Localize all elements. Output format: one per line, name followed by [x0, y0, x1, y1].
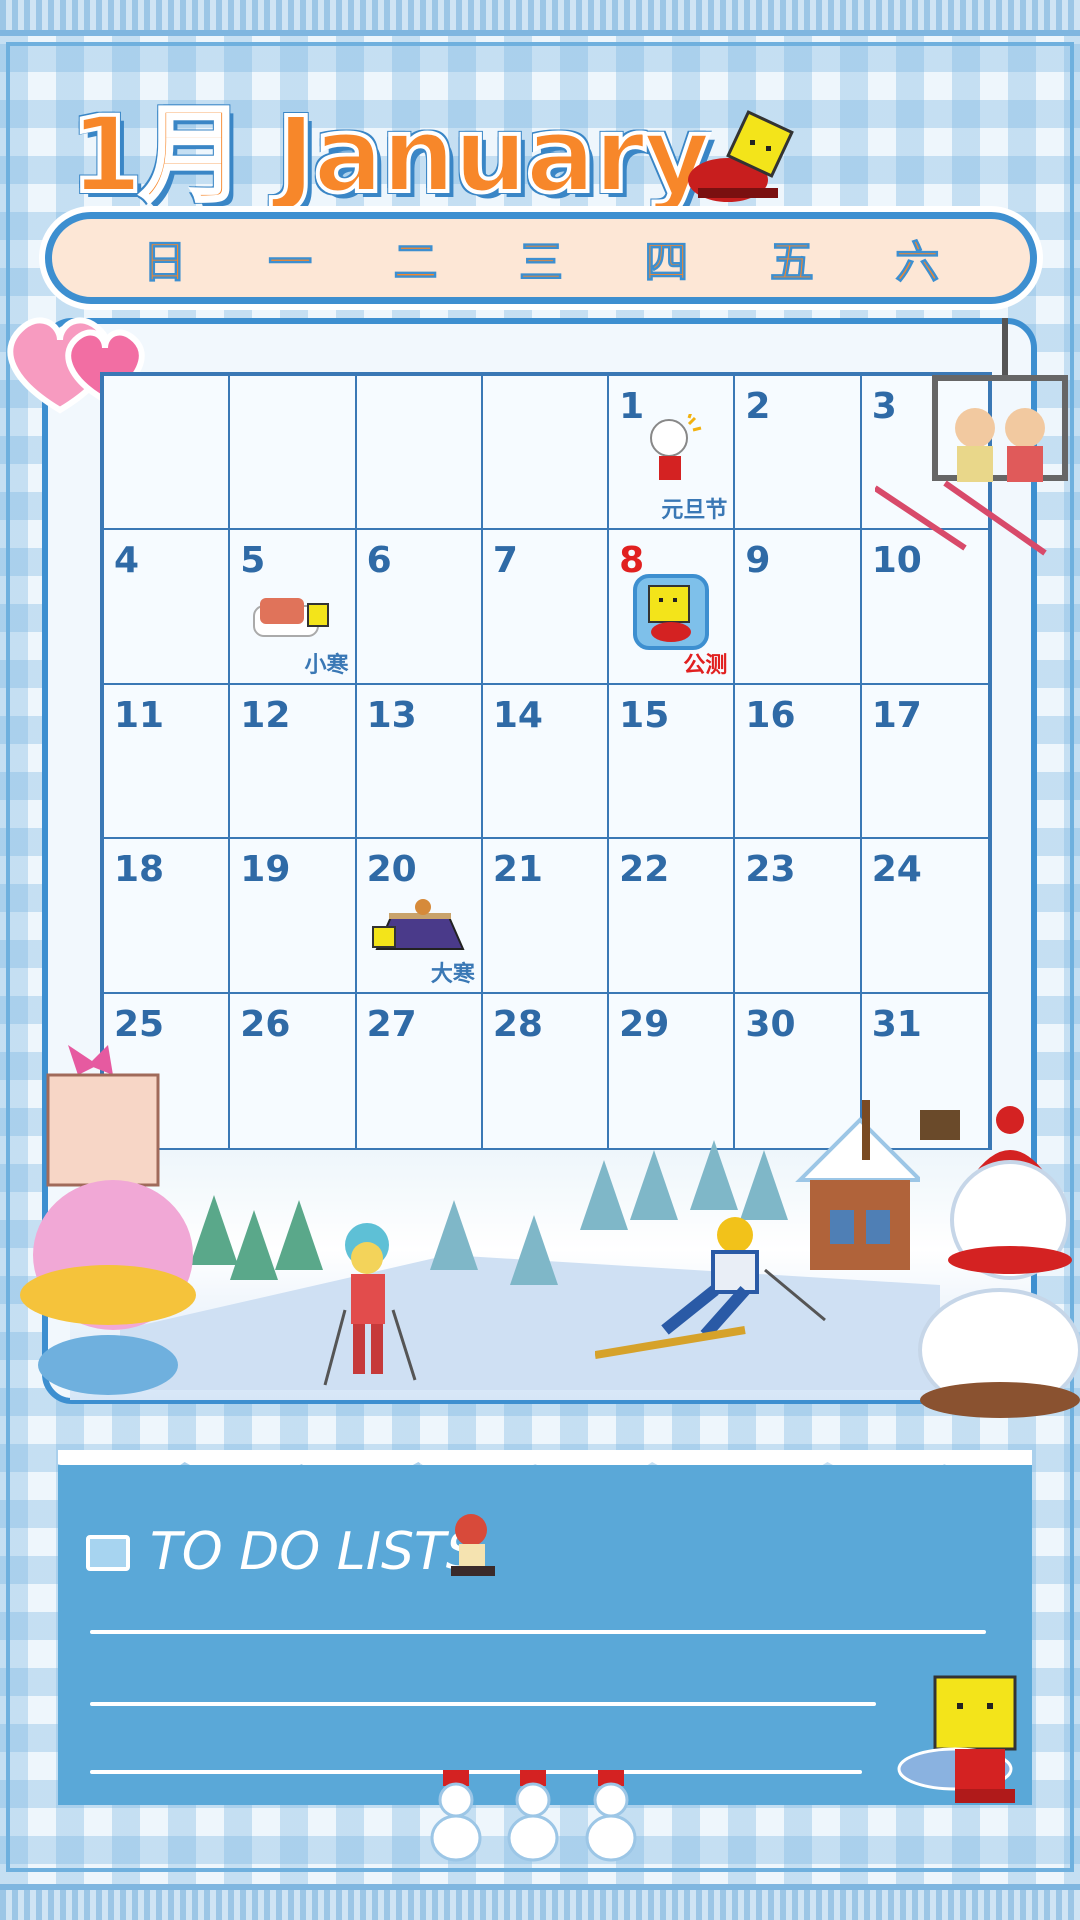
skier-girl-icon — [323, 1223, 417, 1386]
month-title: 1月 January — [68, 92, 713, 218]
todo-title: TO DO LISTS — [150, 1522, 479, 1582]
holiday-label: 元旦节 — [661, 498, 728, 524]
pine-tree — [230, 1210, 278, 1280]
day-number: 13 — [366, 694, 417, 736]
day-cell[interactable]: 28 — [483, 993, 610, 1148]
day-number: 18 — [114, 849, 165, 891]
snowman-small-icon — [430, 1770, 482, 1862]
day-cell[interactable]: 18 — [104, 839, 231, 994]
weekday-thu: 四 — [644, 237, 689, 289]
weekday-mon: 一 — [268, 237, 313, 289]
day-number: 5 — [240, 540, 266, 582]
day-cell[interactable] — [356, 376, 483, 531]
day-cell[interactable]: 27 — [357, 993, 483, 1148]
kotatsu-icon — [371, 899, 465, 951]
day-number: 17 — [871, 694, 922, 736]
day-cell[interactable]: 26 — [230, 993, 357, 1148]
todo-panel — [58, 1465, 1032, 1805]
kairobot-sled-icon — [688, 110, 794, 202]
day-number: 26 — [240, 1003, 291, 1045]
sitting-girl-icon — [451, 1514, 495, 1576]
day-cell[interactable]: 12 — [230, 684, 357, 840]
day-cell[interactable]: 19 — [230, 839, 357, 994]
day-number: 7 — [492, 540, 518, 582]
kairobot-app-icon — [633, 574, 710, 651]
day-number: 1 — [619, 386, 645, 427]
weekday-header: 日 一 二 三 四 五 六 — [45, 212, 1037, 304]
day-number: 29 — [619, 1003, 670, 1045]
day-cell[interactable]: 1 元旦节 — [609, 376, 736, 531]
day-cell[interactable]: 13 — [356, 684, 483, 840]
day-number: 6 — [366, 540, 392, 582]
pine-tree — [510, 1215, 558, 1285]
kairobot-fish-icon — [897, 1675, 1017, 1803]
day-cell[interactable] — [104, 376, 231, 531]
day-number: 24 — [871, 849, 922, 891]
day-cell[interactable]: 8 公测 — [609, 530, 736, 685]
day-cell[interactable]: 14 — [482, 684, 610, 840]
day-number: 15 — [619, 694, 670, 736]
day-number: 2 — [745, 386, 771, 427]
ski-lift-icon — [875, 318, 1068, 556]
day-cell[interactable]: 29 — [609, 993, 736, 1148]
day-number: 30 — [745, 1003, 796, 1045]
day-number: 9 — [745, 540, 771, 582]
notepad-icon — [86, 1535, 130, 1571]
day-number: 4 — [114, 540, 140, 582]
weekday-wed: 三 — [518, 237, 563, 289]
day-number: 11 — [114, 694, 165, 736]
snowman-small-icon — [585, 1770, 637, 1862]
snowman-icon — [918, 1106, 1080, 1418]
bottom-border-stripe — [0, 1884, 1080, 1920]
salmon-dish-icon — [253, 598, 330, 638]
day-number: 22 — [619, 849, 670, 891]
weekday-sun: 日 — [142, 237, 187, 289]
day-cell[interactable]: 9 — [735, 530, 862, 685]
pine-tree — [430, 1200, 478, 1270]
pine-tree — [690, 1140, 738, 1210]
day-number: 19 — [240, 849, 291, 891]
day-cell[interactable] — [230, 376, 357, 531]
todo-line-1[interactable] — [90, 1630, 986, 1634]
day-cell[interactable]: 6 — [356, 530, 483, 685]
pink-character-icon — [20, 1045, 196, 1395]
day-cell[interactable]: 23 — [735, 839, 862, 994]
solar-term-label: 大寒 — [430, 961, 475, 987]
day-cell[interactable]: 17 — [861, 685, 988, 840]
day-number: 23 — [745, 849, 796, 891]
day-cell[interactable]: 20 大寒 — [356, 839, 483, 994]
day-number: 16 — [745, 694, 796, 736]
day-number: 27 — [366, 1003, 417, 1045]
day-number: 28 — [492, 1003, 543, 1045]
snowman-small-icon — [507, 1770, 559, 1862]
day-number: 20 — [366, 849, 417, 891]
day-cell[interactable]: 22 — [609, 839, 736, 994]
day-cell[interactable]: 11 — [104, 684, 231, 840]
day-cell[interactable]: 15 — [609, 684, 736, 840]
day-number: 21 — [492, 849, 543, 891]
day-cell[interactable]: 16 — [735, 684, 862, 840]
day-cell[interactable] — [482, 376, 610, 531]
day-cell[interactable]: 2 — [735, 376, 862, 531]
weekday-fri: 五 — [769, 237, 814, 289]
day-cell[interactable]: 4 — [104, 530, 231, 685]
solar-term-label: 小寒 — [304, 652, 349, 678]
day-number: 31 — [871, 1003, 922, 1045]
day-number: 12 — [240, 694, 291, 736]
day-number: 14 — [492, 694, 543, 736]
new-year-mascot-icon — [650, 414, 702, 480]
weekday-sat: 六 — [895, 237, 940, 289]
day-cell[interactable]: 5 小寒 — [230, 530, 357, 685]
day-cell[interactable]: 24 — [861, 839, 988, 994]
day-cell[interactable]: 21 — [482, 839, 610, 994]
calendar-grid: 1 元旦节 2 3 4 5 小寒 6 7 8 公测 9 10 11 12 13 … — [100, 372, 992, 1152]
top-border-stripe — [0, 0, 1080, 36]
launch-label: 公测 — [683, 652, 728, 678]
weekday-tue: 二 — [393, 237, 438, 289]
day-cell[interactable]: 7 — [482, 530, 610, 685]
todo-line-2[interactable] — [90, 1702, 876, 1706]
